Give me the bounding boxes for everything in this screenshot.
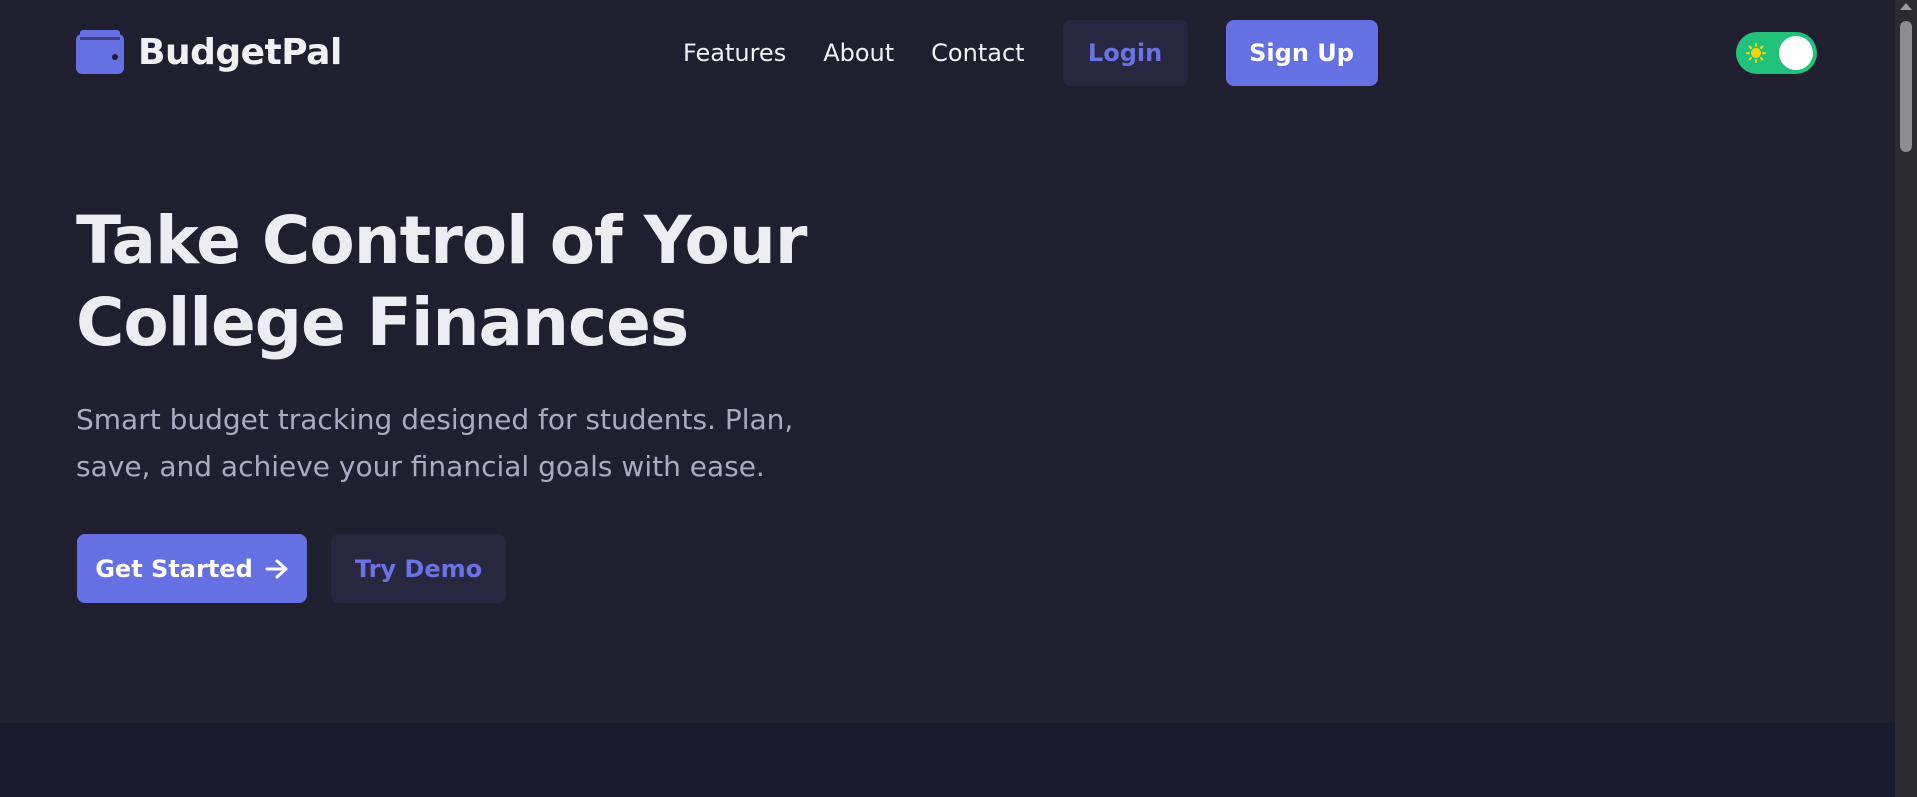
nav-link-about[interactable]: About	[823, 39, 894, 67]
get-started-label: Get Started	[95, 554, 253, 583]
try-demo-button[interactable]: Try Demo	[331, 534, 506, 603]
nav-link-features[interactable]: Features	[683, 39, 786, 67]
brand[interactable]: BudgetPal	[76, 30, 342, 74]
login-button[interactable]: Login	[1062, 20, 1188, 86]
scrollbar[interactable]	[1895, 0, 1917, 797]
sun-icon	[1746, 43, 1766, 63]
arrow-right-icon	[265, 559, 288, 578]
hero-subtitle: Smart budget tracking designed for stude…	[76, 403, 794, 483]
hero-title: Take Control of Your College Finances	[76, 202, 807, 361]
nav-link-contact[interactable]: Contact	[931, 39, 1024, 67]
signup-button[interactable]: Sign Up	[1225, 20, 1378, 86]
brand-name: BudgetPal	[138, 31, 342, 73]
scroll-up-arrow-icon[interactable]	[1900, 3, 1912, 10]
get-started-button[interactable]: Get Started	[77, 534, 307, 603]
wallet-icon	[76, 30, 124, 74]
scroll-thumb[interactable]	[1900, 21, 1912, 152]
main-nav: Features About Contact Login Sign Up	[683, 20, 1378, 86]
toggle-knob	[1779, 36, 1813, 70]
landing-page: BudgetPal Features About Contact Login S…	[0, 0, 1917, 797]
theme-toggle[interactable]	[1736, 32, 1817, 74]
next-section	[0, 723, 1895, 797]
